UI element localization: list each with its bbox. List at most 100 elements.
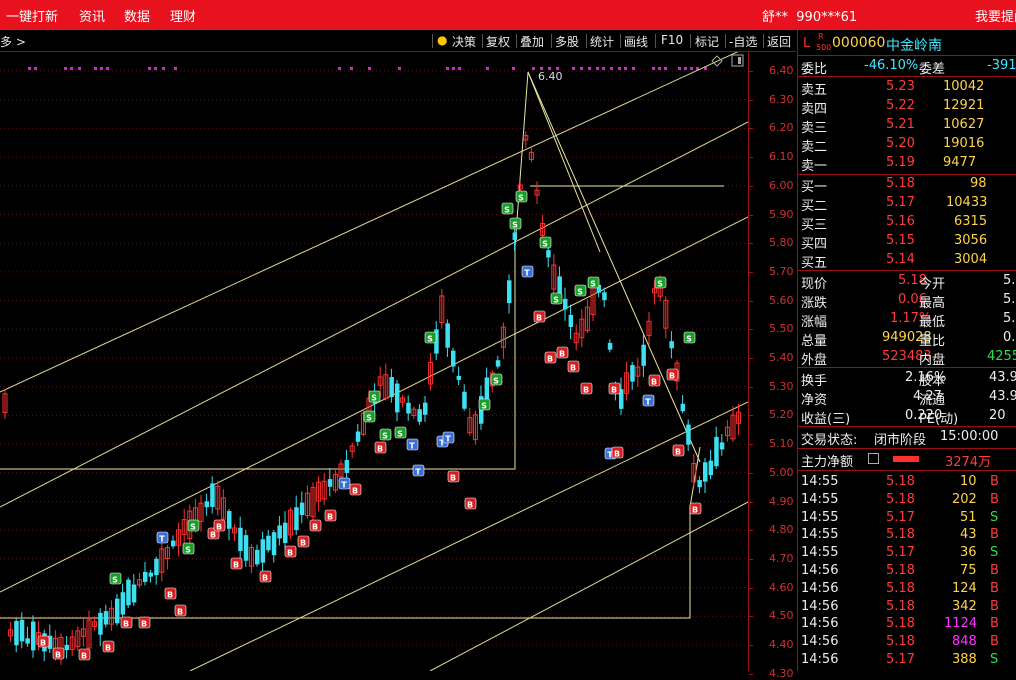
price-tick-label: 4.60: [769, 580, 794, 594]
indicator-dot: [398, 67, 401, 70]
tick-price: 5.18: [886, 563, 915, 578]
buy-signal-icon: B: [689, 502, 702, 515]
tick-row: 14:56 5.17 388 S: [798, 651, 1016, 670]
toolbar-divider: [482, 34, 483, 48]
menu-ipo[interactable]: 一键打新: [6, 6, 58, 25]
candle-body: [25, 638, 30, 644]
tick-price: 5.18: [886, 491, 915, 507]
tick-time: 14:56: [801, 580, 839, 596]
candle-body: [451, 350, 456, 367]
tick-volume: 75: [960, 563, 977, 578]
candle-body: [243, 535, 249, 561]
sell-signal-icon: S: [515, 190, 528, 203]
candle-body: [719, 442, 725, 450]
buy-signal-icon: B: [120, 616, 133, 629]
svg-text:T: T: [159, 535, 165, 544]
price-tick-mark: [749, 300, 753, 302]
candle-body: [204, 501, 210, 508]
tick-row: 14:55 5.18 43 B: [798, 526, 1016, 545]
price-tick-mark: [749, 243, 753, 245]
svg-text:B: B: [559, 350, 565, 359]
buy-signal-icon: B: [309, 519, 322, 532]
toolbar-divider: [516, 34, 517, 48]
buy-signal-icon: B: [672, 444, 685, 457]
menu-finance[interactable]: 理财: [170, 6, 196, 25]
price-tick-mark: [749, 386, 753, 388]
quote-label: 最低: [919, 315, 946, 330]
tick-side: S: [990, 545, 999, 561]
toolbar-divider: [763, 34, 764, 48]
quote-value: 4255: [987, 349, 1016, 364]
panel-toggle-icon[interactable]: [731, 54, 744, 67]
candle-body: [507, 280, 512, 304]
price-tick-label: 4.50: [769, 609, 794, 623]
svg-text:B: B: [210, 531, 216, 540]
indicator-dot: [652, 67, 655, 70]
sell-signal-icon: S: [368, 390, 381, 403]
price-tick-label: 4.40: [769, 638, 794, 651]
multi-stock-button[interactable]: 多股: [555, 33, 579, 50]
indicator-dot: [532, 67, 535, 70]
order-diff-label: 委差: [919, 62, 946, 77]
svg-text:B: B: [651, 378, 657, 387]
tick-volume: 36: [960, 545, 977, 561]
tick-row: 14:56 5.18 124 B: [798, 580, 1016, 599]
menu-news[interactable]: 资讯: [79, 6, 105, 25]
fundamental-label: 收益(三): [801, 412, 851, 427]
indicator-dot: [684, 67, 687, 70]
divider: [798, 55, 1016, 56]
draw-line-button[interactable]: 画线: [624, 33, 648, 50]
ask-question-link[interactable]: 我要提问: [975, 6, 1016, 25]
f10-button[interactable]: F10: [661, 33, 683, 47]
candle-body: [423, 402, 428, 415]
decision-button[interactable]: 决策: [452, 33, 476, 50]
candle-body: [546, 250, 551, 258]
more-menu[interactable]: 多 >: [0, 33, 26, 50]
back-button[interactable]: 返回: [767, 33, 791, 50]
overlay-button[interactable]: 叠加: [520, 33, 544, 50]
indicator-dot: [512, 67, 515, 70]
bid-price: 5.16: [886, 214, 915, 229]
tick-row: 14:56 5.18 848 B: [798, 633, 1016, 652]
svg-text:S: S: [493, 377, 499, 386]
mark-button[interactable]: 标记: [695, 33, 719, 50]
menu-data[interactable]: 数据: [124, 6, 150, 25]
tick-time: 14:55: [801, 491, 839, 507]
badge-500: 500: [816, 43, 832, 52]
bid-price: 5.17: [886, 195, 915, 210]
indicator-dot: [162, 67, 165, 70]
candlestick-chart[interactable]: SBB BBB BBBTSSBBBBBBBBTBSSS STTBST TBBSSSSST…: [0, 52, 748, 671]
quote-panel: L R 500 000060 中金岭南 委比 -46.10% 委差 -391 交…: [797, 30, 1016, 671]
svg-text:S: S: [481, 402, 487, 411]
svg-text:B: B: [614, 450, 620, 459]
remove-watchlist-button[interactable]: -自选: [729, 33, 757, 50]
sell-signal-icon: S: [187, 519, 200, 532]
sell-signal-icon: S: [550, 292, 563, 305]
price-tick-mark: [749, 128, 753, 130]
price-tick-mark: [749, 645, 753, 646]
fundamental-row: 换手 2.16% 股本 43.9: [798, 369, 1016, 389]
candle-body: [299, 502, 305, 515]
indicator-dot: [678, 67, 681, 70]
quote-row: 现价 5.18 今开 5.: [798, 272, 1016, 292]
indicator-dot: [106, 67, 109, 70]
fundamental-label: 股本: [919, 374, 946, 389]
indicator-dot: [70, 67, 73, 70]
bid-price: 5.15: [886, 233, 915, 248]
list-icon[interactable]: [868, 453, 879, 464]
ask-price: 5.22: [886, 98, 915, 113]
fundamental-label: 流通: [919, 393, 946, 408]
price-tick-mark: [749, 358, 753, 359]
svg-text:B: B: [300, 539, 306, 548]
account-info[interactable]: 舒** 990***61: [762, 6, 857, 25]
statistics-button[interactable]: 统计: [590, 33, 614, 50]
t-signal-icon: T: [521, 265, 534, 278]
tick-side: B: [990, 598, 999, 614]
price-tick-mark: [749, 530, 753, 532]
indicator-dot: [148, 67, 151, 70]
adjust-button[interactable]: 复权: [486, 33, 510, 50]
price-tick-mark: [749, 157, 753, 159]
tick-side: B: [990, 616, 999, 632]
chart-toolbar: 多 > ● 决策 复权 叠加 多股 统计 画线 F10 标记 -自选 返回: [0, 30, 796, 52]
tick-row: 14:55 5.17 36 S: [798, 544, 1016, 563]
